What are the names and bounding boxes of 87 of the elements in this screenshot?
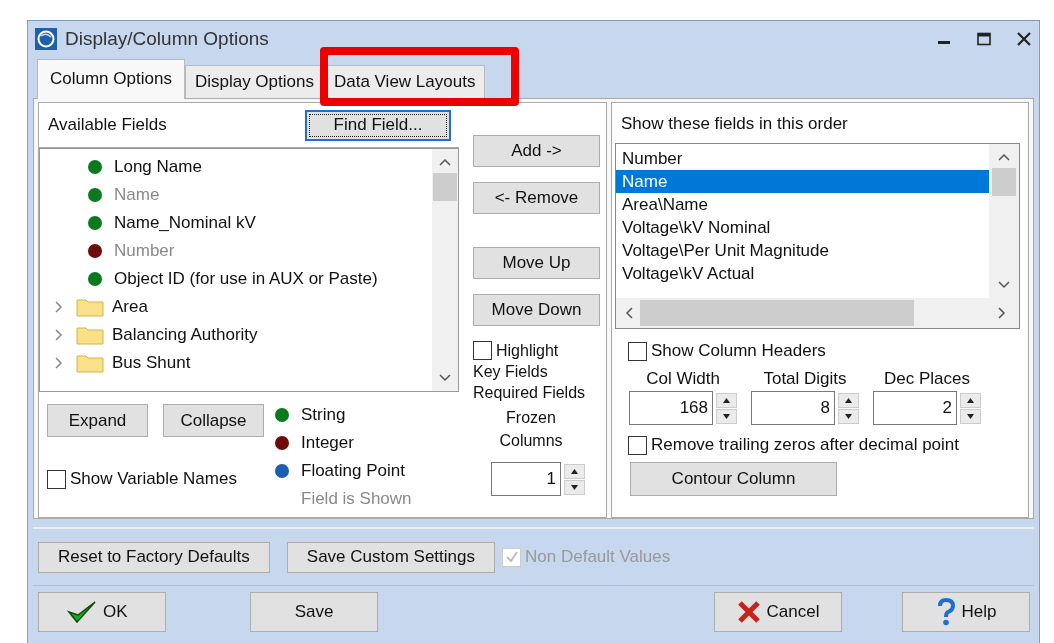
window-title: Display/Column Options bbox=[65, 28, 269, 50]
checkbox-label: Non Default Values bbox=[525, 547, 671, 567]
tree-item[interactable]: Balancing Authority bbox=[112, 325, 258, 345]
number-field[interactable]: 1 bbox=[491, 462, 561, 496]
folder-icon bbox=[76, 297, 104, 317]
folder-icon bbox=[76, 353, 104, 373]
scroll-down-icon[interactable] bbox=[997, 280, 1011, 290]
action-button[interactable]: Add -> bbox=[473, 135, 600, 167]
option-label: Frozen Columns bbox=[498, 408, 564, 451]
find-field-button[interactable]: Find Field... bbox=[305, 109, 451, 141]
scrollbar-thumb[interactable] bbox=[640, 300, 914, 326]
tree-item[interactable]: Name_Nominal kV bbox=[114, 213, 256, 233]
tab[interactable]: Column Options bbox=[37, 59, 185, 99]
scrollbar-thumb[interactable] bbox=[433, 173, 457, 201]
chevron-icon[interactable] bbox=[54, 300, 64, 314]
checkbox-label: Highlight bbox=[496, 341, 559, 360]
number-field[interactable]: 8 bbox=[751, 391, 835, 425]
section-label: Available Fields bbox=[48, 115, 167, 135]
scroll-up-icon[interactable] bbox=[997, 152, 1011, 162]
section-label: Show these fields in this order bbox=[620, 113, 849, 135]
chevron-icon[interactable] bbox=[54, 328, 64, 342]
contour-column-button[interactable]: Contour Column bbox=[630, 462, 837, 496]
tree-item[interactable]: Bus Shunt bbox=[112, 353, 191, 373]
dialog-button[interactable]: Help bbox=[902, 592, 1030, 632]
option-label: Key Fields bbox=[473, 363, 549, 381]
expand-button[interactable]: Expand bbox=[47, 404, 148, 437]
checkbox[interactable] bbox=[47, 469, 66, 489]
tree-item[interactable]: Object ID (for use in AUX or Paste) bbox=[114, 269, 378, 289]
tree-item[interactable]: Name bbox=[114, 185, 160, 205]
settings-button[interactable]: Reset to Factory Defaults bbox=[38, 541, 270, 573]
legend-label: Integer bbox=[301, 433, 354, 453]
checkbox-label: Remove trailing zeros after decimal point bbox=[651, 435, 960, 455]
scroll-up-icon[interactable] bbox=[438, 157, 452, 167]
spin-up-button[interactable] bbox=[564, 463, 585, 479]
folder-icon bbox=[76, 325, 104, 345]
spin-down-button[interactable] bbox=[564, 479, 585, 495]
globe-icon bbox=[35, 28, 57, 50]
list-item[interactable]: Number bbox=[616, 147, 989, 170]
action-button[interactable]: Move Up bbox=[473, 247, 600, 279]
checkbox[interactable] bbox=[473, 341, 492, 360]
question-mark-icon bbox=[935, 598, 956, 626]
maximize-icon[interactable] bbox=[976, 32, 992, 46]
number-field[interactable]: 168 bbox=[629, 391, 713, 425]
scroll-left-icon[interactable] bbox=[624, 306, 634, 320]
scroll-right-icon[interactable] bbox=[997, 306, 1007, 320]
checkbox-label: Show Column Headers bbox=[651, 341, 826, 361]
x-icon bbox=[736, 600, 761, 624]
list-item[interactable]: Voltage\kV Actual bbox=[616, 262, 989, 285]
spin-down-button[interactable] bbox=[716, 408, 737, 424]
field-label: Dec Places bbox=[884, 369, 970, 389]
list-item[interactable]: Name bbox=[616, 170, 989, 193]
number-field[interactable]: 2 bbox=[873, 391, 957, 425]
list-item[interactable]: Area\Name bbox=[616, 193, 989, 216]
legend-label: String bbox=[301, 405, 346, 425]
spin-down-button[interactable] bbox=[838, 408, 859, 424]
scrollbar-thumb[interactable] bbox=[992, 168, 1016, 196]
close-icon[interactable] bbox=[1016, 32, 1032, 46]
list-item[interactable]: Voltage\Per Unit Magnitude bbox=[616, 239, 989, 262]
legend-label: Floating Point bbox=[301, 461, 405, 481]
checkmark-icon bbox=[67, 600, 97, 624]
scrollbar[interactable] bbox=[989, 144, 1019, 298]
spin-down-button[interactable] bbox=[960, 408, 981, 424]
spin-up-button[interactable] bbox=[838, 392, 859, 408]
settings-button[interactable]: Save Custom Settings bbox=[286, 541, 495, 573]
spin-up-button[interactable] bbox=[716, 392, 737, 408]
option-label: Required Fields bbox=[473, 384, 587, 402]
dialog-button[interactable]: OK bbox=[38, 592, 166, 632]
collapse-button[interactable]: Collapse bbox=[163, 404, 264, 437]
scrollbar[interactable] bbox=[432, 149, 458, 391]
legend-label: Field is Shown bbox=[301, 489, 412, 509]
spin-up-button[interactable] bbox=[960, 392, 981, 408]
scroll-down-icon[interactable] bbox=[438, 373, 452, 383]
dialog-button[interactable]: Save bbox=[250, 592, 378, 632]
action-button[interactable]: <- Remove bbox=[473, 182, 600, 214]
dialog-button[interactable]: Cancel bbox=[714, 592, 842, 632]
tree-item[interactable]: Number bbox=[114, 241, 175, 261]
checkbox-label: Show Variable Names bbox=[70, 469, 237, 489]
checkbox[interactable] bbox=[628, 341, 647, 361]
chevron-icon[interactable] bbox=[54, 356, 64, 370]
tree-item[interactable]: Long Name bbox=[114, 157, 202, 177]
field-label: Col Width bbox=[646, 369, 720, 389]
tree-item[interactable]: Area bbox=[112, 297, 148, 317]
action-button[interactable]: Move Down bbox=[473, 294, 600, 326]
checkbox[interactable] bbox=[628, 435, 647, 455]
field-label: Total Digits bbox=[763, 369, 847, 389]
scrollbar[interactable] bbox=[616, 298, 1019, 328]
list-item[interactable]: Voltage\kV Nominal bbox=[616, 216, 989, 239]
